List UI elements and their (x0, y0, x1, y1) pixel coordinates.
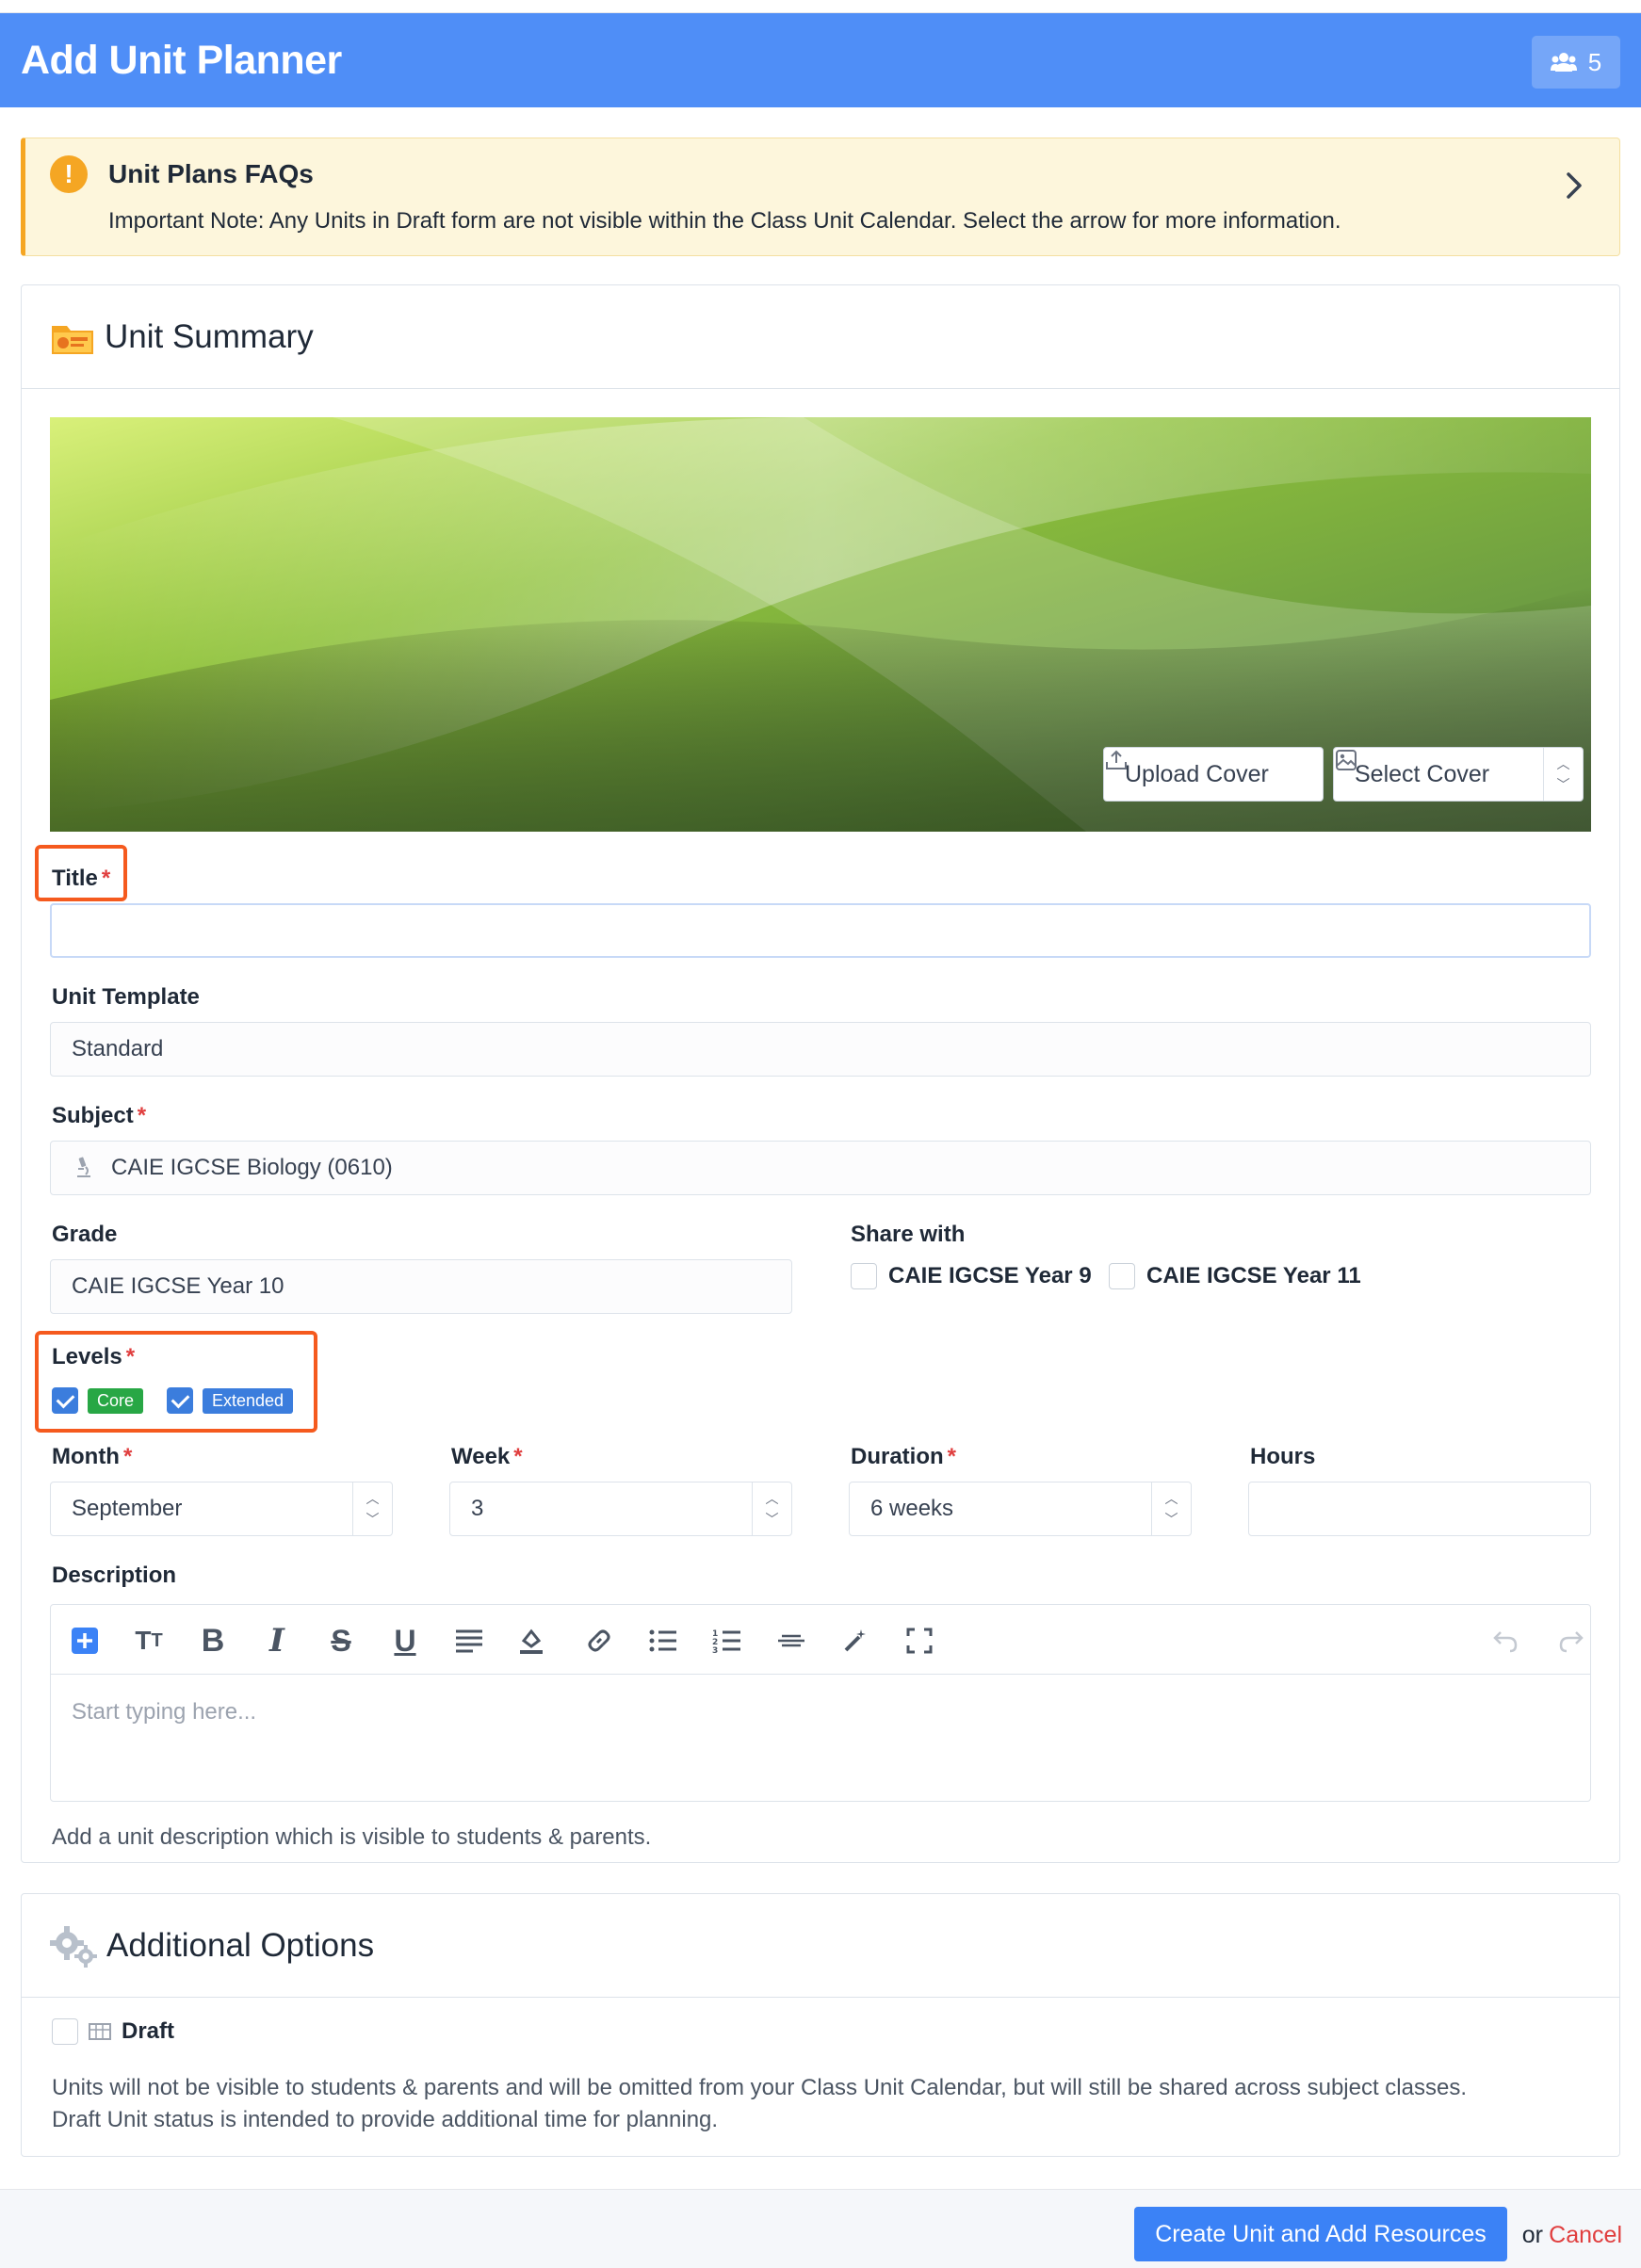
description-label: Description (52, 1563, 177, 1588)
microscope-icon (77, 1157, 90, 1177)
alert-title: Unit Plans FAQs (108, 159, 314, 188)
subject-select[interactable]: CAIE IGCSE Biology (0610) (50, 1141, 1591, 1195)
alert-note: Important Note: Any Units in Draft form … (108, 208, 1341, 234)
bullet-list-icon[interactable] (644, 1622, 682, 1660)
draft-icon (89, 2023, 111, 2040)
gear-icon (50, 1925, 97, 1968)
month-label: Month * (52, 1444, 133, 1469)
hours-label: Hours (1250, 1444, 1316, 1469)
upload-cover-button[interactable]: Upload Cover (1103, 747, 1324, 802)
subject-label: Subject * (52, 1103, 147, 1128)
undo-icon[interactable] (1487, 1622, 1524, 1660)
editor-toolbar: TT B I S U 123 (51, 1605, 1590, 1675)
hours-input[interactable] (1248, 1482, 1591, 1536)
duration-stepper[interactable]: ︿ ﹀ (1151, 1482, 1191, 1535)
folder-icon (52, 325, 93, 354)
template-label: Unit Template (52, 984, 200, 1010)
week-stepper[interactable]: ︿ ﹀ (752, 1482, 791, 1535)
cover-image: Upload Cover Select Cover ︿ ﹀ (50, 417, 1591, 832)
cancel-link[interactable]: Cancel (1549, 2222, 1622, 2249)
draft-label: Draft (122, 2018, 175, 2044)
numbered-list-icon[interactable]: 123 (708, 1622, 746, 1660)
svg-text:3: 3 (712, 1646, 718, 1654)
additional-options-panel: Additional Options Draft Units will not … (21, 1893, 1620, 2157)
month-select[interactable]: September ︿ ﹀ (50, 1482, 393, 1536)
draft-checkbox[interactable] (52, 2018, 78, 2045)
page-title: Add Unit Planner (21, 37, 342, 83)
share-with-label: Share with (851, 1222, 966, 1247)
fullscreen-icon[interactable] (901, 1622, 938, 1660)
top-strip (0, 0, 1641, 13)
select-cover-button[interactable]: Select Cover ︿ ﹀ (1333, 747, 1584, 802)
strikethrough-icon[interactable]: S (322, 1622, 360, 1660)
levels-annotation-box (35, 1331, 317, 1433)
faq-alert[interactable]: ! Unit Plans FAQs Important Note: Any Un… (21, 138, 1620, 256)
or-text: or (1521, 2222, 1543, 2248)
font-size-icon[interactable]: TT (130, 1622, 168, 1660)
unit-summary-title: Unit Summary (105, 317, 314, 355)
draft-help-line-2: Draft Unit status is intended to provide… (52, 2107, 719, 2132)
page-header: Add Unit Planner 5 (0, 13, 1641, 107)
description-placeholder: Start typing here... (72, 1699, 257, 1725)
month-stepper[interactable]: ︿ ﹀ (352, 1482, 392, 1535)
align-icon[interactable] (450, 1622, 488, 1660)
duration-label: Duration * (851, 1444, 957, 1469)
title-annotation-box (35, 845, 127, 901)
chevron-right-icon[interactable] (1555, 167, 1593, 204)
unit-summary-header: Unit Summary (22, 285, 1619, 389)
upload-cover-label: Upload Cover (1125, 760, 1269, 787)
template-select[interactable]: Standard (50, 1022, 1591, 1077)
draft-option[interactable]: Draft (52, 2018, 174, 2045)
warning-icon: ! (50, 155, 88, 193)
grade-label: Grade (52, 1222, 118, 1247)
magic-icon[interactable] (837, 1622, 874, 1660)
italic-icon[interactable]: I (258, 1622, 296, 1660)
week-select[interactable]: 3 ︿ ﹀ (449, 1482, 792, 1536)
additional-options-header: Additional Options (22, 1894, 1619, 1998)
description-help: Add a unit description which is visible … (52, 1824, 652, 1850)
users-count: 5 (1587, 47, 1602, 76)
create-unit-button[interactable]: Create Unit and Add Resources (1134, 2207, 1507, 2261)
select-cover-label: Select Cover (1355, 760, 1490, 787)
share-year-9-checkbox[interactable] (851, 1263, 877, 1289)
underline-icon[interactable]: U (386, 1622, 424, 1660)
additional-options-title: Additional Options (106, 1926, 375, 1964)
link-icon[interactable] (580, 1622, 618, 1660)
description-editor[interactable]: TT B I S U 123 Start typing here... (50, 1604, 1591, 1802)
share-year-11-checkbox[interactable] (1109, 1263, 1135, 1289)
duration-select[interactable]: 6 weeks ︿ ﹀ (849, 1482, 1192, 1536)
form-footer: Create Unit and Add Resources or Cancel (0, 2189, 1641, 2268)
fill-color-icon[interactable] (512, 1622, 550, 1660)
share-option-year-11[interactable]: CAIE IGCSE Year 11 (1109, 1263, 1361, 1289)
redo-icon[interactable] (1552, 1622, 1590, 1660)
insert-block-icon[interactable] (66, 1622, 104, 1660)
upload-icon (1106, 750, 1127, 770)
unit-summary-panel: Unit Summary Upload Cover Select Cover ︿… (21, 284, 1620, 1863)
draft-help-line-1: Units will not be visible to students & … (52, 2075, 1468, 2100)
horizontal-rule-icon[interactable] (772, 1622, 810, 1660)
users-icon (1550, 53, 1577, 72)
week-label: Week * (451, 1444, 523, 1469)
image-icon (1336, 750, 1357, 770)
share-option-year-9[interactable]: CAIE IGCSE Year 9 (851, 1263, 1092, 1289)
title-input[interactable] (50, 903, 1591, 958)
select-cover-stepper[interactable]: ︿ ﹀ (1543, 748, 1583, 801)
bold-icon[interactable]: B (194, 1622, 232, 1660)
grade-select[interactable]: CAIE IGCSE Year 10 (50, 1259, 792, 1314)
users-button[interactable]: 5 (1532, 36, 1620, 89)
